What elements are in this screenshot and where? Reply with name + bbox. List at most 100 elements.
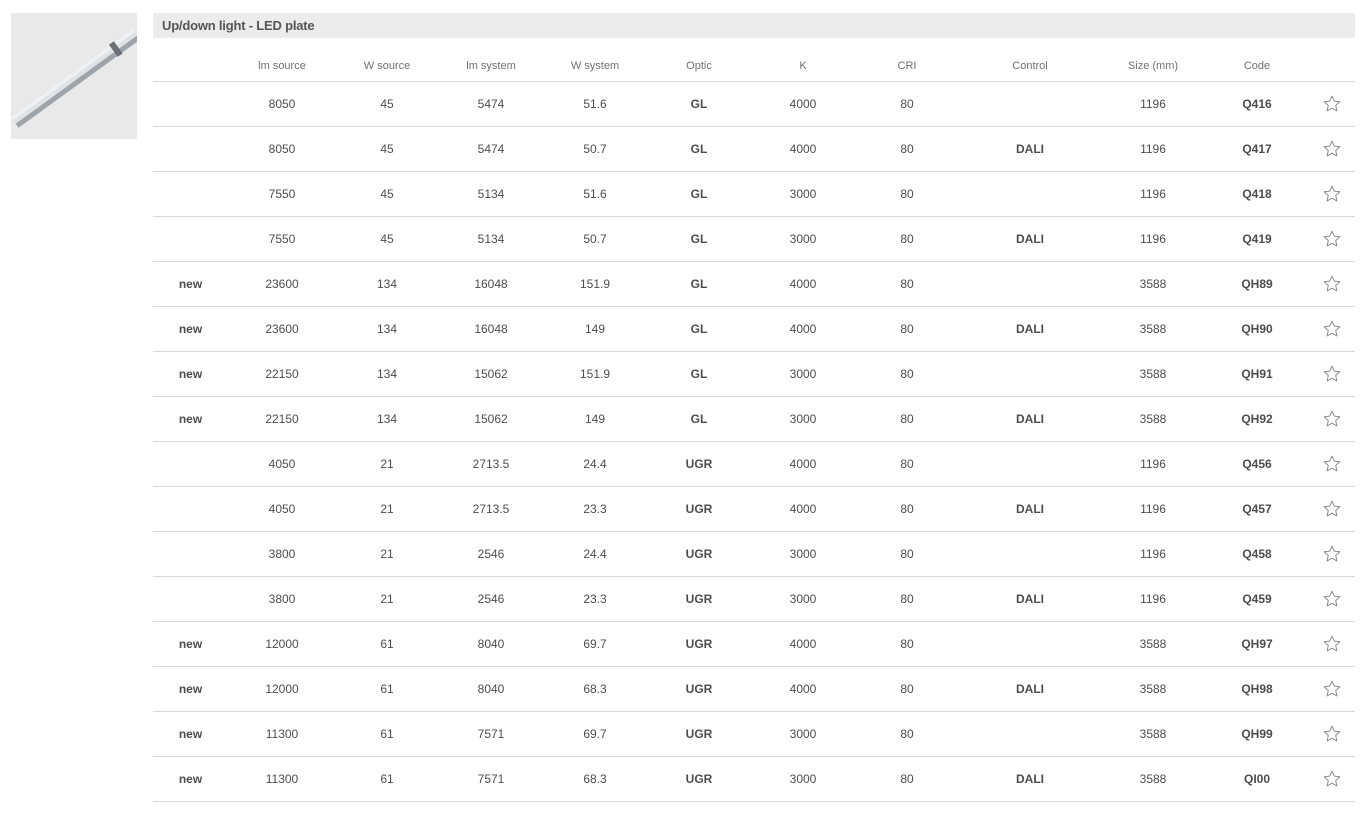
favorite-star-button[interactable] [1322,94,1342,114]
cell-w-source: 45 [336,126,438,172]
favorite-star-button[interactable] [1322,454,1342,474]
col-header-favorite [1308,38,1355,82]
cell-control [960,441,1100,487]
cell-cri: 80 [854,171,960,217]
cell-w-system: 50.7 [544,126,646,172]
cell-lm-system: 2546 [438,531,544,577]
new-badge: new [153,396,228,442]
cell-favorite [1308,351,1355,397]
cell-k: 3000 [752,396,854,442]
cell-lm-source: 11300 [228,756,336,802]
cell-optic: GL [646,81,752,127]
favorite-star-button[interactable] [1322,364,1342,384]
table-row: new 22150 134 15062 149 GL 3000 80 DALI 3588 QH92 [153,396,1355,442]
cell-cri: 80 [854,666,960,712]
cell-w-system: 151.9 [544,351,646,397]
cell-lm-source: 22150 [228,351,336,397]
cell-size: 3588 [1100,756,1206,802]
favorite-star-button[interactable] [1322,544,1342,564]
table-row: 3800 21 2546 23.3 UGR 3000 80 DALI 1196 Q459 [153,576,1355,622]
cell-size: 1196 [1100,81,1206,127]
cell-cri: 80 [854,81,960,127]
cell-control [960,621,1100,667]
favorite-star-button[interactable] [1322,589,1342,609]
star-icon [1323,725,1340,741]
cell-favorite [1308,756,1355,802]
cell-w-system: 24.4 [544,441,646,487]
cell-w-system: 151.9 [544,261,646,307]
favorite-star-button[interactable] [1322,499,1342,519]
cell-cri: 80 [854,756,960,802]
cell-code: QH99 [1206,711,1308,757]
star-icon [1323,365,1340,381]
cell-cri: 80 [854,531,960,577]
cell-lm-source: 23600 [228,261,336,307]
cell-favorite [1308,126,1355,172]
cell-code: QH90 [1206,306,1308,352]
cell-lm-system: 8040 [438,666,544,712]
col-header-k: K [752,38,854,82]
cell-w-system: 23.3 [544,576,646,622]
cell-lm-system: 7571 [438,756,544,802]
new-badge: new [153,711,228,757]
favorite-star-button[interactable] [1322,724,1342,744]
cell-optic: UGR [646,486,752,532]
cell-optic: UGR [646,711,752,757]
cell-control: DALI [960,126,1100,172]
new-badge [153,486,228,532]
cell-cri: 80 [854,396,960,442]
cell-lm-source: 4050 [228,486,336,532]
favorite-star-button[interactable] [1322,769,1342,789]
cell-code: Q457 [1206,486,1308,532]
cell-size: 1196 [1100,441,1206,487]
cell-size: 3588 [1100,666,1206,712]
cell-lm-system: 16048 [438,306,544,352]
star-icon [1323,770,1340,786]
new-badge: new [153,756,228,802]
cell-k: 3000 [752,756,854,802]
cell-lm-source: 22150 [228,396,336,442]
favorite-star-button[interactable] [1322,634,1342,654]
cell-cri: 80 [854,261,960,307]
table-row: new 23600 134 16048 149 GL 4000 80 DALI 3588 QH90 [153,306,1355,352]
cell-size: 3588 [1100,396,1206,442]
favorite-star-button[interactable] [1322,679,1342,699]
cell-size: 3588 [1100,351,1206,397]
cell-w-source: 45 [336,171,438,217]
cell-favorite [1308,441,1355,487]
cell-code: QH91 [1206,351,1308,397]
cell-control [960,171,1100,217]
cell-cri: 80 [854,126,960,172]
cell-w-system: 68.3 [544,666,646,712]
cell-lm-source: 7550 [228,216,336,262]
cell-optic: GL [646,306,752,352]
favorite-star-button[interactable] [1322,229,1342,249]
cell-optic: UGR [646,756,752,802]
cell-size: 1196 [1100,171,1206,217]
cell-cri: 80 [854,306,960,352]
cell-size: 3588 [1100,711,1206,757]
cell-control: DALI [960,396,1100,442]
cell-k: 3000 [752,531,854,577]
favorite-star-button[interactable] [1322,184,1342,204]
new-badge [153,576,228,622]
favorite-star-button[interactable] [1322,139,1342,159]
cell-lm-source: 23600 [228,306,336,352]
favorite-star-button[interactable] [1322,274,1342,294]
star-icon [1323,95,1340,111]
cell-w-source: 134 [336,261,438,307]
favorite-star-button[interactable] [1322,409,1342,429]
star-icon [1323,410,1340,426]
favorite-star-button[interactable] [1322,319,1342,339]
cell-w-system: 69.7 [544,621,646,667]
cell-optic: UGR [646,441,752,487]
product-image [11,13,137,139]
cell-k: 3000 [752,171,854,217]
cell-lm-source: 12000 [228,621,336,667]
col-header-lm-source: lm source [228,38,336,82]
new-badge [153,441,228,487]
cell-w-source: 134 [336,306,438,352]
product-panel: Up/down light - LED plate lm source W so… [153,13,1355,802]
cell-size: 1196 [1100,126,1206,172]
cell-k: 4000 [752,486,854,532]
